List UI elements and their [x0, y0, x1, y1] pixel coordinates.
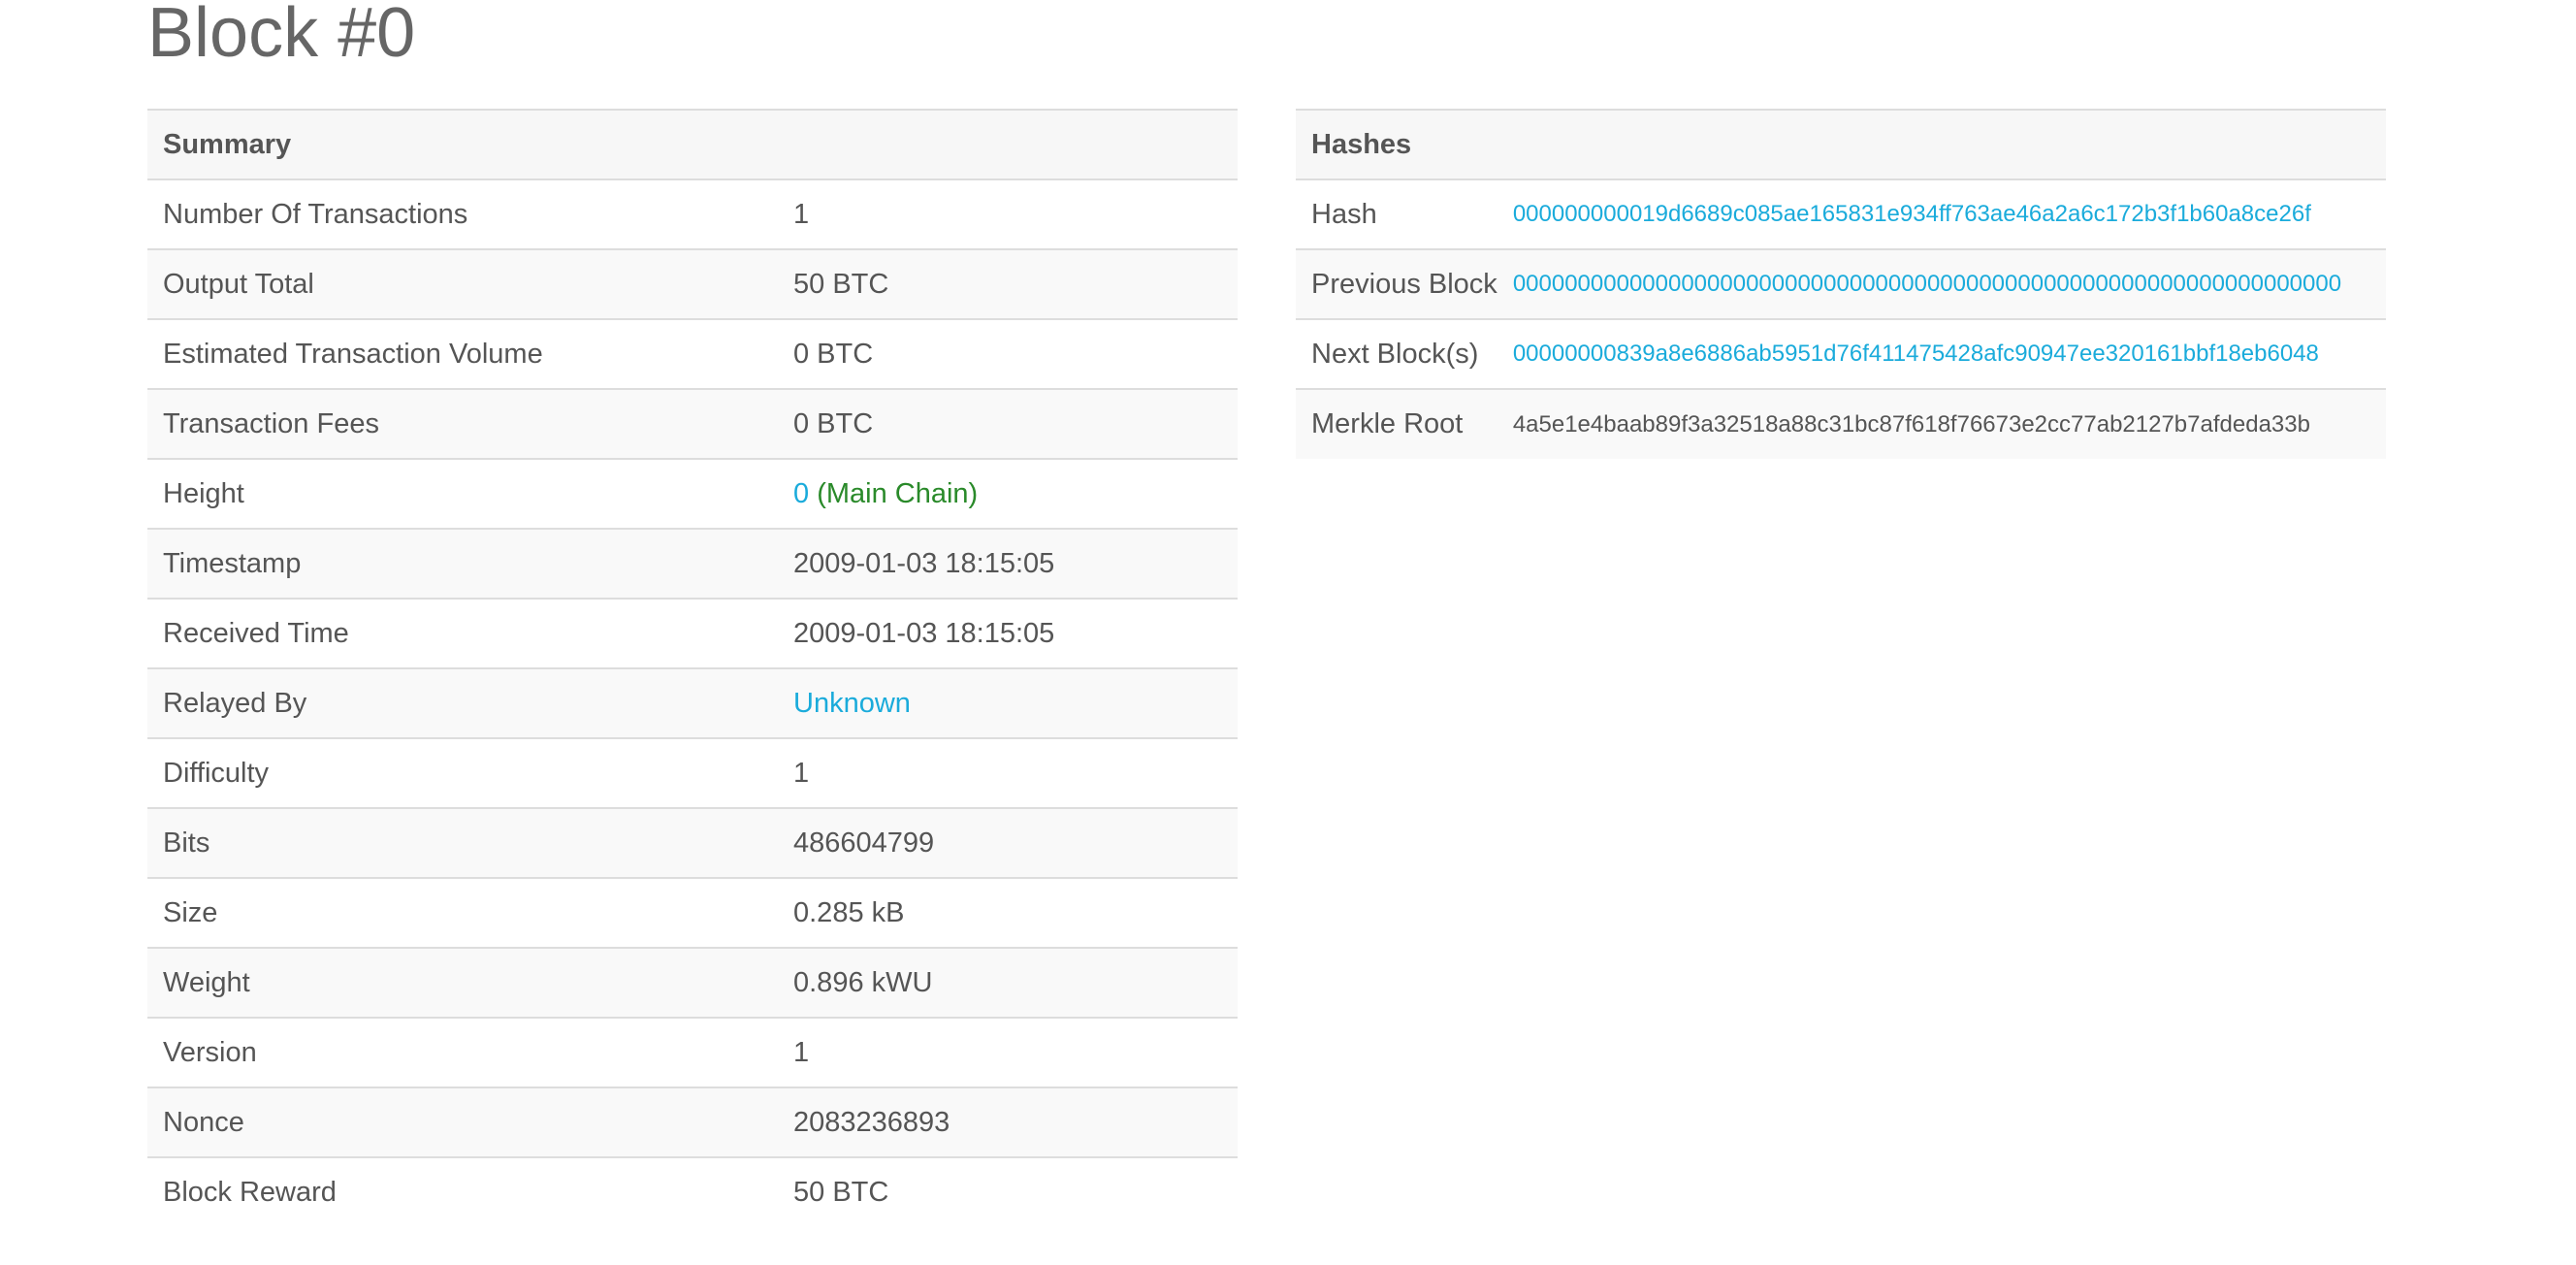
table-row: Previous Block 0000000000000000000000000…	[1296, 248, 2386, 319]
table-row: Estimated Transaction Volume 0 BTC	[147, 318, 1238, 389]
table-row: Size 0.285 kB	[147, 877, 1238, 948]
row-value-number-of-transactions: 1	[778, 178, 1238, 249]
relayed-by-link[interactable]: Unknown	[793, 688, 911, 719]
row-label-number-of-transactions: Number Of Transactions	[147, 178, 778, 249]
row-label-next-blocks: Next Block(s)	[1296, 318, 1497, 389]
hashes-table: Hashes Hash 000000000019d6689c085ae16583…	[1296, 109, 2386, 459]
table-row: Bits 486604799	[147, 807, 1238, 878]
summary-header: Summary	[147, 109, 1238, 179]
summary-header-row: Summary	[147, 109, 1238, 179]
row-value-previous-block: 0000000000000000000000000000000000000000…	[1497, 248, 2386, 319]
row-value-next-blocks: 00000000839a8e6886ab5951d76f411475428afc…	[1497, 318, 2386, 389]
row-label-estimated-transaction-volume: Estimated Transaction Volume	[147, 318, 778, 389]
row-label-bits: Bits	[147, 807, 778, 878]
row-value-relayed-by: Unknown	[778, 667, 1238, 738]
row-label-relayed-by: Relayed By	[147, 667, 778, 738]
row-value-bits: 486604799	[778, 807, 1238, 878]
table-row: Height 0 (Main Chain)	[147, 458, 1238, 529]
table-row: Hash 000000000019d6689c085ae165831e934ff…	[1296, 178, 2386, 249]
row-label-hash: Hash	[1296, 178, 1497, 249]
hashes-header-row: Hashes	[1296, 109, 2386, 179]
table-row: Merkle Root 4a5e1e4baab89f3a32518a88c31b…	[1296, 388, 2386, 459]
table-row: Next Block(s) 00000000839a8e6886ab5951d7…	[1296, 318, 2386, 389]
row-value-hash: 000000000019d6689c085ae165831e934ff763ae…	[1497, 178, 2386, 249]
row-label-size: Size	[147, 877, 778, 948]
row-label-received-time: Received Time	[147, 598, 778, 668]
page-title: Block #0	[147, 0, 416, 72]
summary-table: Summary Number Of Transactions 1 Output …	[147, 109, 1238, 1227]
row-label-version: Version	[147, 1017, 778, 1087]
next-block-link[interactable]: 00000000839a8e6886ab5951d76f411475428afc…	[1513, 341, 2319, 367]
table-row: Transaction Fees 0 BTC	[147, 388, 1238, 459]
row-value-estimated-transaction-volume: 0 BTC	[778, 318, 1238, 389]
previous-block-link[interactable]: 0000000000000000000000000000000000000000…	[1513, 271, 2341, 297]
row-value-received-time: 2009-01-03 18:15:05	[778, 598, 1238, 668]
row-value-height: 0 (Main Chain)	[778, 458, 1238, 529]
table-row: Weight 0.896 kWU	[147, 947, 1238, 1018]
table-row: Output Total 50 BTC	[147, 248, 1238, 319]
row-label-nonce: Nonce	[147, 1087, 778, 1157]
table-row: Difficulty 1	[147, 737, 1238, 808]
hashes-header: Hashes	[1296, 109, 2386, 179]
table-row: Version 1	[147, 1017, 1238, 1087]
table-row: Timestamp 2009-01-03 18:15:05	[147, 528, 1238, 599]
row-label-output-total: Output Total	[147, 248, 778, 319]
row-label-merkle-root: Merkle Root	[1296, 388, 1497, 459]
table-row: Nonce 2083236893	[147, 1087, 1238, 1157]
row-label-previous-block: Previous Block	[1296, 248, 1497, 319]
block-page: Block #0 Summary Number Of Transactions …	[0, 0, 2576, 1265]
row-label-transaction-fees: Transaction Fees	[147, 388, 778, 459]
main-chain-label: (Main Chain)	[817, 477, 979, 509]
row-value-output-total: 50 BTC	[778, 248, 1238, 319]
hash-link[interactable]: 000000000019d6689c085ae165831e934ff763ae…	[1513, 201, 2311, 227]
row-value-block-reward: 50 BTC	[778, 1156, 1238, 1227]
row-value-merkle-root: 4a5e1e4baab89f3a32518a88c31bc87f618f7667…	[1497, 388, 2386, 459]
table-row: Number Of Transactions 1	[147, 178, 1238, 249]
row-value-difficulty: 1	[778, 737, 1238, 808]
table-row: Relayed By Unknown	[147, 667, 1238, 738]
row-value-nonce: 2083236893	[778, 1087, 1238, 1157]
row-value-weight: 0.896 kWU	[778, 947, 1238, 1018]
table-row: Block Reward 50 BTC	[147, 1156, 1238, 1227]
row-label-block-reward: Block Reward	[147, 1156, 778, 1227]
row-label-height: Height	[147, 458, 778, 529]
row-value-timestamp: 2009-01-03 18:15:05	[778, 528, 1238, 599]
row-label-difficulty: Difficulty	[147, 737, 778, 808]
height-link[interactable]: 0	[793, 478, 809, 509]
row-value-transaction-fees: 0 BTC	[778, 388, 1238, 459]
row-value-version: 1	[778, 1017, 1238, 1087]
table-row: Received Time 2009-01-03 18:15:05	[147, 598, 1238, 668]
row-label-weight: Weight	[147, 947, 778, 1018]
row-label-timestamp: Timestamp	[147, 528, 778, 599]
row-value-size: 0.285 kB	[778, 877, 1238, 948]
